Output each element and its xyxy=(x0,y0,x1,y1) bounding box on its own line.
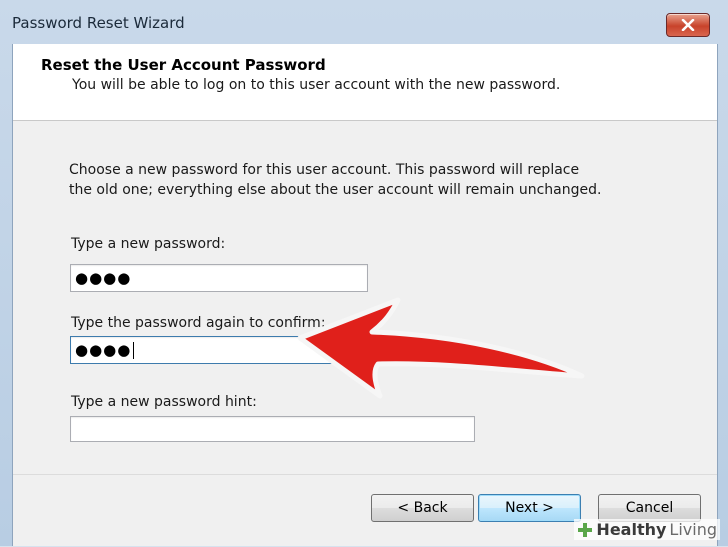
health-cross-icon xyxy=(578,522,593,537)
next-button[interactable]: Next > xyxy=(478,494,581,522)
intro-line-2: the old one; everything else about the u… xyxy=(69,182,602,198)
password-hint-label: Type a new password hint: xyxy=(71,394,257,410)
intro-line-1: Choose a new password for this user acco… xyxy=(69,162,580,178)
cancel-button[interactable]: Cancel xyxy=(598,494,701,522)
password-hint-field[interactable] xyxy=(70,416,475,442)
wizard-window: Password Reset Wizard Reset the User Acc… xyxy=(0,0,728,546)
new-password-value: ●●●● xyxy=(75,269,132,287)
back-button[interactable]: < Back xyxy=(371,494,474,522)
close-icon xyxy=(681,19,695,31)
confirm-password-label: Type the password again to confirm: xyxy=(71,315,326,331)
page-title: Reset the User Account Password xyxy=(41,56,326,74)
page-subtitle: You will be able to log on to this user … xyxy=(72,77,561,93)
title-bar[interactable]: Password Reset Wizard xyxy=(0,0,728,44)
close-button[interactable] xyxy=(666,13,710,37)
wizard-body: Reset the User Account Password You will… xyxy=(12,44,718,546)
text-caret xyxy=(133,341,135,359)
new-password-label: Type a new password: xyxy=(71,236,226,252)
watermark: Healthy Living xyxy=(574,519,720,540)
wizard-header: Reset the User Account Password You will… xyxy=(13,44,717,121)
watermark-brand-light: Living xyxy=(669,520,717,539)
new-password-field[interactable]: ●●●● xyxy=(70,264,368,292)
window-title: Password Reset Wizard xyxy=(12,14,185,32)
watermark-brand-strong: Healthy xyxy=(596,520,667,539)
intro-text: Choose a new password for this user acco… xyxy=(69,160,629,200)
confirm-password-value: ●●●● xyxy=(75,341,132,359)
confirm-password-field[interactable]: ●●●● xyxy=(70,336,368,364)
